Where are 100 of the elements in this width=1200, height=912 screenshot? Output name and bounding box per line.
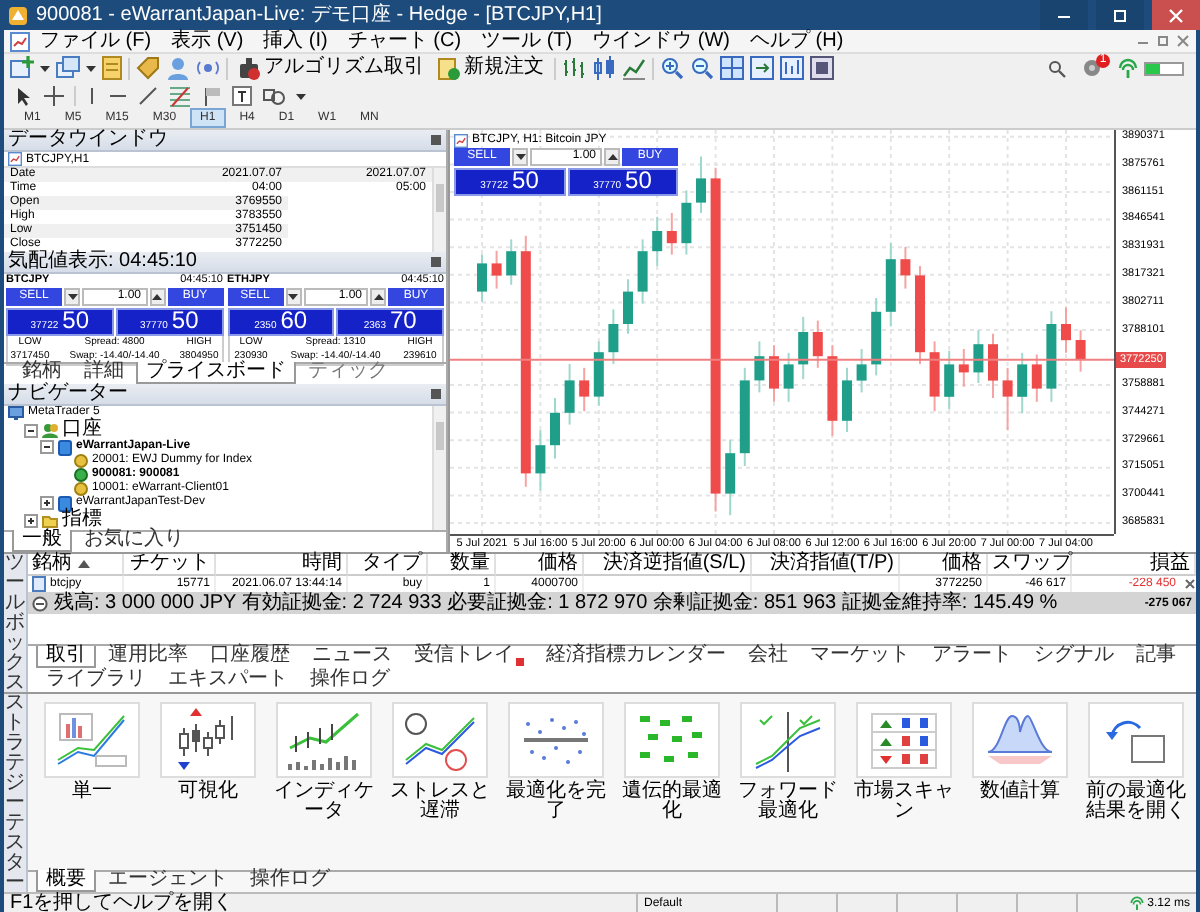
- close-icon[interactable]: [1184, 578, 1196, 590]
- tile-button[interactable]: [44, 702, 140, 778]
- tab[interactable]: 記事: [1126, 646, 1186, 668]
- candlestick-icon[interactable]: [592, 56, 616, 80]
- tile-button[interactable]: [856, 702, 952, 778]
- tab[interactable]: 詳細: [74, 362, 134, 384]
- tile-label[interactable]: 可視化: [152, 782, 264, 802]
- tab[interactable]: マーケット: [800, 646, 920, 668]
- auto-scroll-icon[interactable]: [780, 56, 804, 80]
- tab[interactable]: 概要: [36, 870, 96, 892]
- cursor-icon[interactable]: [14, 85, 34, 105]
- tile-label[interactable]: 前の最適化結果を開く: [1080, 782, 1192, 822]
- menu-item[interactable]: ウインドウ (W): [582, 31, 740, 51]
- tab[interactable]: シグナル: [1024, 646, 1124, 668]
- windows-icon[interactable]: [56, 56, 80, 80]
- trend-line-icon[interactable]: [138, 85, 158, 105]
- tile-label[interactable]: フォワード最適化: [732, 782, 844, 822]
- increase-button[interactable]: [149, 288, 165, 306]
- expand-icon[interactable]: [24, 513, 38, 527]
- expand-icon[interactable]: [40, 496, 54, 510]
- tab[interactable]: 一般: [12, 530, 72, 552]
- new-order-button[interactable]: 新規注文: [434, 55, 548, 81]
- close-button[interactable]: [1152, 0, 1200, 30]
- tile-label[interactable]: 最適化を完了: [500, 782, 612, 822]
- column-header[interactable]: スワップ: [988, 554, 1072, 576]
- tile-label[interactable]: インディケータ: [268, 782, 380, 822]
- tree-item[interactable]: 指標: [62, 510, 102, 530]
- search-icon[interactable]: [1048, 59, 1066, 77]
- tile-button[interactable]: [508, 702, 604, 778]
- tab[interactable]: 運用比率: [98, 646, 198, 668]
- sort-icon[interactable]: [78, 558, 90, 570]
- column-header[interactable]: 価格: [496, 554, 584, 576]
- increase-button[interactable]: [370, 288, 386, 306]
- line-chart-icon[interactable]: [622, 56, 646, 80]
- tile-label[interactable]: 市場スキャン: [848, 782, 960, 822]
- tab[interactable]: エージェント: [98, 870, 238, 892]
- close-icon[interactable]: [430, 388, 442, 400]
- collapse-icon[interactable]: [24, 423, 38, 437]
- column-header[interactable]: 損益: [1072, 554, 1196, 576]
- tab[interactable]: ライブラリ: [36, 670, 156, 692]
- tab[interactable]: 取引: [36, 646, 96, 668]
- decrease-button[interactable]: [285, 288, 301, 306]
- decrease-button[interactable]: [64, 288, 80, 306]
- tab[interactable]: 操作ログ: [300, 670, 400, 692]
- increase-button[interactable]: [604, 148, 620, 166]
- column-header[interactable]: 決済指値(T/P): [752, 554, 900, 576]
- close-icon[interactable]: [430, 134, 442, 146]
- menu-item[interactable]: チャート (C): [337, 31, 472, 51]
- scrollbar[interactable]: [432, 406, 446, 530]
- collapse-icon[interactable]: [40, 440, 54, 454]
- notification-icon[interactable]: [1082, 58, 1102, 78]
- menu-item[interactable]: ツール (T): [471, 31, 583, 51]
- tab[interactable]: エキスパート: [158, 670, 298, 692]
- decrease-button[interactable]: [512, 148, 528, 166]
- column-header[interactable]: 銘柄: [32, 554, 72, 574]
- zoom-out-icon[interactable]: [690, 56, 714, 80]
- menu-item[interactable]: ヘルプ (H): [739, 31, 854, 51]
- tile-button[interactable]: [624, 702, 720, 778]
- tile-button[interactable]: [740, 702, 836, 778]
- grid-icon[interactable]: [720, 56, 744, 80]
- tab[interactable]: ニュース: [302, 646, 402, 668]
- tile-button[interactable]: [392, 702, 488, 778]
- tile-label[interactable]: ストレスと遅滞: [384, 782, 496, 822]
- tile-button[interactable]: [972, 702, 1068, 778]
- tile-label[interactable]: 単一: [36, 782, 148, 802]
- tile-button[interactable]: [276, 702, 372, 778]
- maximize-button[interactable]: [1096, 0, 1144, 30]
- template-icon[interactable]: [810, 56, 834, 80]
- crosshair-icon[interactable]: [44, 85, 64, 105]
- menu-item[interactable]: 表示 (V): [161, 31, 254, 51]
- flag-icon[interactable]: [202, 85, 222, 105]
- tile-button[interactable]: [1088, 702, 1184, 778]
- algo-trading-button[interactable]: アルゴリズム取引: [234, 55, 428, 81]
- fibonacci-icon[interactable]: [168, 83, 192, 107]
- close-icon[interactable]: [430, 256, 442, 268]
- menu-item[interactable]: ファイル (F): [30, 31, 162, 51]
- chart-shift-icon[interactable]: [750, 56, 774, 80]
- tab[interactable]: プライスボード: [136, 362, 296, 384]
- column-header[interactable]: タイプ: [348, 554, 428, 576]
- menu-item[interactable]: 挿入 (I): [253, 31, 338, 51]
- column-header[interactable]: 決済逆指値(S/L): [584, 554, 752, 576]
- tab[interactable]: 会社: [738, 646, 798, 668]
- tile-button[interactable]: [160, 702, 256, 778]
- zoom-in-icon[interactable]: [660, 56, 684, 80]
- radio-waves-icon[interactable]: [196, 56, 220, 80]
- tab[interactable]: お気に入り: [74, 530, 194, 552]
- tab[interactable]: アラート: [922, 646, 1022, 668]
- tab[interactable]: 操作ログ: [240, 870, 340, 892]
- restore-icon[interactable]: [1156, 34, 1170, 48]
- scrollbar[interactable]: [432, 168, 446, 252]
- column-header[interactable]: 時間: [216, 554, 348, 576]
- tab[interactable]: 経済指標カレンダー: [536, 646, 736, 668]
- tile-label[interactable]: 遺伝的最適化: [616, 782, 728, 822]
- tree-item[interactable]: 口座: [62, 420, 102, 440]
- column-header[interactable]: チケット: [124, 554, 216, 576]
- text-tool-icon[interactable]: [232, 85, 252, 105]
- column-header[interactable]: 数量: [428, 554, 496, 576]
- new-chart-icon[interactable]: [10, 56, 34, 80]
- signal-icon[interactable]: [1118, 58, 1138, 78]
- bar-chart-icon[interactable]: [562, 56, 586, 80]
